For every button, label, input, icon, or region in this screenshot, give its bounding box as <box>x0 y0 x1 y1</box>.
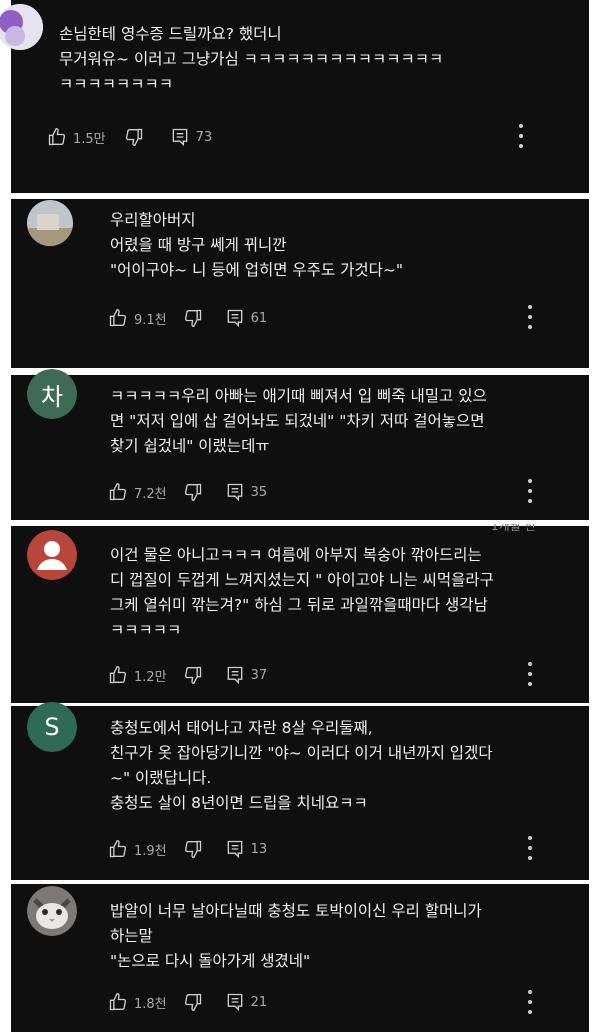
avatar[interactable] <box>27 200 73 246</box>
like-button[interactable]: 1.8천 <box>108 992 167 1012</box>
more-options-icon[interactable] <box>525 662 535 686</box>
thumbs-up-icon <box>109 839 127 858</box>
reply-count: 21 <box>250 994 268 1010</box>
avatar[interactable] <box>27 886 77 936</box>
reply-comment-icon <box>172 128 187 147</box>
dislike-button[interactable] <box>183 308 203 328</box>
avatar[interactable]: 차 <box>27 369 77 419</box>
thumbs-up-icon <box>109 482 127 501</box>
like-count: 1.2만 <box>134 669 167 685</box>
reply-count: 73 <box>195 129 213 145</box>
reply-comment-icon <box>227 840 242 859</box>
comment-time: 1개월 전 <box>491 524 536 532</box>
reply-comment-icon <box>227 993 242 1012</box>
thumbs-down-icon <box>184 309 201 328</box>
avatar-image-icon <box>27 200 73 246</box>
more-options-icon[interactable] <box>525 836 535 860</box>
avatar[interactable] <box>27 530 77 580</box>
reply-button[interactable]: 13 <box>225 839 268 859</box>
like-button[interactable]: 1.9천 <box>108 839 167 859</box>
comment-text: 손님한테 영수증 드릴까요? 했더니 무거워유~ 이러고 그냥가심 ㅋㅋㅋㅋㅋㅋ… <box>59 25 444 93</box>
reply-count: 37 <box>250 667 268 683</box>
comment-actions: 1.9천 13 <box>108 839 267 859</box>
reply-comment-icon <box>227 483 242 502</box>
like-count: 1.9천 <box>134 843 167 859</box>
reply-count: 13 <box>250 841 268 857</box>
reply-button[interactable]: 35 <box>225 482 268 502</box>
like-count: 1.8천 <box>134 996 167 1012</box>
more-options-icon[interactable] <box>516 124 526 148</box>
comment-card: S 충청도에서 태어나고 자란 8살 우리둘째, 친구가 옷 잡아당기니깐 "야… <box>11 702 589 880</box>
reply-button[interactable]: 61 <box>225 308 268 328</box>
reply-comment-icon <box>227 309 242 328</box>
thumbs-up-icon <box>109 992 127 1011</box>
like-count: 9.1천 <box>134 312 167 328</box>
avatar-letter: 차 <box>40 382 64 411</box>
comment-card: 손님한테 영수증 드릴까요? 했더니 무거워유~ 이러고 그냥가심 ㅋㅋㅋㅋㅋㅋ… <box>0 0 589 193</box>
avatar-letter: S <box>44 713 60 741</box>
comment-actions: 7.2천 35 <box>108 482 267 502</box>
comment-text: 밥알이 너무 날아다닐때 충청도 토박이이신 우리 할머니가 하는말 "논으로 … <box>110 902 482 970</box>
avatar-image-icon <box>0 4 43 50</box>
dislike-button[interactable] <box>183 665 203 685</box>
like-count: 1.5만 <box>73 131 106 147</box>
comment-actions: 1.2만 37 <box>108 665 267 685</box>
dislike-button[interactable] <box>183 839 203 859</box>
comment-text: 충청도에서 태어나고 자란 8살 우리둘째, 친구가 옷 잡아당기니깐 "야~ … <box>110 719 493 812</box>
more-options-icon[interactable] <box>525 305 535 329</box>
reply-count: 35 <box>250 484 268 500</box>
like-button[interactable]: 1.2만 <box>108 665 167 685</box>
like-count: 7.2천 <box>134 486 167 502</box>
reply-button[interactable]: 21 <box>225 992 268 1012</box>
like-button[interactable]: 7.2천 <box>108 482 167 502</box>
like-button[interactable]: 9.1천 <box>108 308 167 328</box>
comment-card: 밥알이 너무 날아다닐때 충청도 토박이이신 우리 할머니가 하는말 "논으로 … <box>11 884 589 1032</box>
thumbs-down-icon <box>125 128 142 147</box>
thumbs-down-icon <box>184 483 201 502</box>
comment-text: 이건 물은 아니고ㅋㅋㅋ 여름에 아부지 복숭아 깎아드리는 디 껍질이 두껍게… <box>110 546 494 639</box>
avatar[interactable] <box>0 4 43 50</box>
comment-text: ㅋㅋㅋㅋㅋ우리 아빠는 애기때 삐져서 입 삐죽 내밀고 있으 면 "저저 입에… <box>110 387 487 455</box>
comment-actions: 1.8천 21 <box>108 992 267 1012</box>
comment-card: 1개월 전 이건 물은 아니고ㅋㅋㅋ 여름에 아부지 복숭아 깎아드리는 디 껍… <box>11 524 589 703</box>
dislike-button[interactable] <box>183 482 203 502</box>
thumbs-down-icon <box>184 993 201 1012</box>
more-options-icon[interactable] <box>525 990 535 1014</box>
dislike-button[interactable] <box>183 992 203 1012</box>
reply-count: 61 <box>250 310 268 326</box>
cat-avatar-icon <box>27 886 77 936</box>
thumbs-up-icon <box>109 308 127 327</box>
reply-button[interactable]: 37 <box>225 665 268 685</box>
thumbs-down-icon <box>184 840 201 859</box>
reply-button[interactable]: 73 <box>170 127 213 147</box>
default-user-icon <box>27 530 77 580</box>
comment-actions: 1.5만 73 <box>47 127 212 147</box>
reply-comment-icon <box>227 666 242 685</box>
avatar[interactable]: S <box>27 702 77 752</box>
like-button[interactable]: 1.5만 <box>47 127 106 147</box>
comment-card: 차 ㅋㅋㅋㅋㅋ우리 아빠는 애기때 삐져서 입 삐죽 내밀고 있으 면 "저저 … <box>11 369 589 520</box>
comment-text: 우리할아버지 어렸을 때 방구 쎄게 뀌니깐 "어이구야~ 니 등에 업히면 우… <box>110 211 404 279</box>
thumbs-up-icon <box>48 127 66 146</box>
comment-card: 우리할아버지 어렸을 때 방구 쎄게 뀌니깐 "어이구야~ 니 등에 업히면 우… <box>11 199 589 368</box>
dislike-button[interactable] <box>124 127 144 147</box>
more-options-icon[interactable] <box>525 479 535 503</box>
thumbs-down-icon <box>184 666 201 685</box>
comment-actions: 9.1천 61 <box>108 308 267 328</box>
thumbs-up-icon <box>109 665 127 684</box>
